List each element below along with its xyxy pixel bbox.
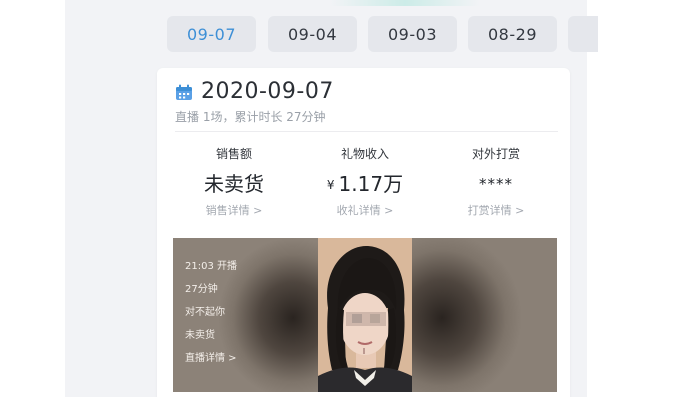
live-summary: 直播 1场，累计时长 27分钟 — [175, 110, 326, 124]
sales-detail-link[interactable]: 销售详情 > — [170, 203, 298, 219]
live-start-time: 21:03 开播 — [185, 261, 237, 272]
stat-sales-value: 未卖货 — [204, 172, 264, 196]
stat-gift-value-row: ¥1.17万 — [301, 171, 429, 197]
date-tab-0903[interactable]: 09-03 — [368, 16, 457, 52]
gift-detail-link[interactable]: 收礼详情 > — [301, 203, 429, 219]
date-tab-0904[interactable]: 09-04 — [268, 16, 357, 52]
stat-sales-title: 销售额 — [215, 147, 252, 161]
stat-gift-income: 礼物收入 ¥1.17万 收礼详情 > — [301, 146, 429, 219]
card-divider — [175, 131, 558, 132]
stat-tips-value: **** — [479, 175, 513, 193]
stat-gift-value: 1.17万 — [338, 172, 404, 196]
live-title: 对不起你 — [185, 307, 225, 318]
cover-portrait-image — [318, 238, 412, 392]
date-tab-0907[interactable]: 09-07 — [167, 16, 256, 52]
date-tab-partial[interactable] — [568, 16, 598, 52]
date-tab-0829[interactable]: 08-29 — [468, 16, 557, 52]
right-margin — [587, 0, 677, 397]
live-sales-status: 未卖货 — [185, 330, 215, 341]
top-highlight — [330, 0, 480, 6]
live-session-banner[interactable]: 21:03 开播 27分钟 对不起你 未卖货 直播详情 > — [173, 238, 557, 392]
stat-tips: 对外打赏 **** 打赏详情 > — [432, 146, 560, 219]
tips-detail-link[interactable]: 打赏详情 > — [432, 203, 560, 219]
currency-symbol: ¥ — [326, 178, 335, 192]
left-margin — [0, 0, 65, 397]
stat-sales: 销售额 未卖货 销售详情 > — [170, 146, 298, 219]
app-screen: 09-07 09-04 09-03 08-29 2020-09-07 直播 1场… — [0, 0, 677, 397]
calendar-icon — [176, 84, 192, 100]
stat-gift-title: 礼物收入 — [340, 147, 389, 161]
live-duration: 27分钟 — [185, 284, 218, 295]
card-date: 2020-09-07 — [201, 79, 334, 104]
banner-blurred-cover-right — [412, 238, 557, 392]
live-detail-link[interactable]: 直播详情 > — [185, 349, 237, 364]
stat-tips-title: 对外打赏 — [471, 147, 520, 161]
